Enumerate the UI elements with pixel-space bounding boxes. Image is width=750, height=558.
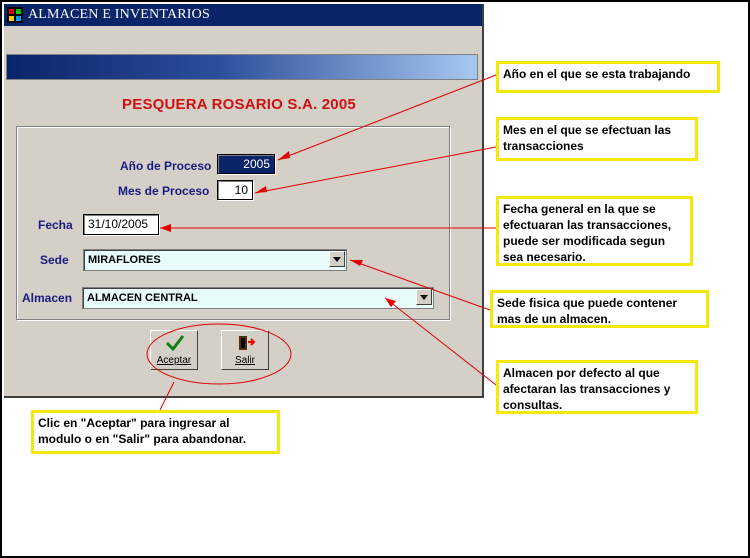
almacen-label: Almacen [22, 291, 73, 305]
fecha-field[interactable]: 31/10/2005 [83, 214, 159, 235]
note-fecha-line: puede ser modificada segun [503, 234, 666, 248]
almacen-value: ALMACEN CENTRAL [87, 292, 198, 304]
title-bar: ALMACEN E INVENTARIOS [4, 4, 482, 26]
note-fecha: Fecha general en la que se efectuaran la… [496, 196, 693, 266]
company-name: PESQUERA ROSARIO S.A. 2005 [122, 96, 356, 113]
app-icon [7, 7, 23, 23]
note-almacen-line: afectaran las transacciones y [503, 382, 671, 396]
note-fecha-line: efectuaran las transacciones, [503, 218, 672, 232]
mes-field[interactable]: 10 [217, 180, 253, 200]
sede-value: MIRAFLORES [88, 254, 161, 266]
chevron-down-icon[interactable] [416, 289, 432, 305]
chevron-down-icon[interactable] [329, 251, 345, 267]
exit-door-icon [239, 336, 256, 350]
anio-field[interactable]: 2005 [217, 154, 275, 174]
note-sede: Sede fisica que puede contener mas de un… [490, 290, 709, 328]
sede-label: Sede [40, 253, 69, 267]
note-anio-text: Año en el que se esta trabajando [503, 67, 691, 81]
salir-label: Salir [234, 355, 255, 366]
window-title: ALMACEN E INVENTARIOS [28, 7, 210, 22]
note-anio: Año en el que se esta trabajando [496, 61, 720, 93]
note-mes-line: transacciones [503, 139, 584, 153]
header-band [6, 54, 478, 80]
note-clic-line: Clic en "Aceptar" para ingresar al [38, 416, 230, 430]
note-almacen-line: consultas. [503, 398, 563, 412]
note-almacen: Almacen por defecto al que afectaran las… [496, 360, 698, 414]
app-window: ALMACEN E INVENTARIOS PESQUERA ROSARIO S… [4, 4, 484, 398]
note-sede-line: Sede fisica que puede contener [497, 296, 678, 310]
note-fecha-line: sea necesario. [503, 250, 586, 264]
almacen-select[interactable]: ALMACEN CENTRAL [82, 287, 434, 309]
note-sede-line: mas de un almacen. [497, 312, 612, 326]
note-mes: Mes en el que se efectuan las transaccio… [496, 117, 698, 161]
salir-button[interactable]: Salir [221, 330, 269, 370]
aceptar-label: Aceptar [156, 355, 192, 366]
checkmark-icon [165, 335, 185, 352]
note-mes-line: Mes en el que se efectuan las [503, 123, 672, 137]
anio-label: Año de Proceso [120, 159, 212, 173]
note-clic-line: modulo o en "Salir" para abandonar. [38, 432, 247, 446]
fecha-label: Fecha [38, 218, 73, 232]
note-fecha-line: Fecha general en la que se [503, 202, 656, 216]
note-clic: Clic en "Aceptar" para ingresar al modul… [31, 410, 280, 454]
sede-select[interactable]: MIRAFLORES [83, 249, 347, 271]
mes-label: Mes de Proceso [118, 184, 210, 198]
note-almacen-line: Almacen por defecto al que [503, 366, 660, 380]
aceptar-button[interactable]: Aceptar [150, 330, 198, 370]
